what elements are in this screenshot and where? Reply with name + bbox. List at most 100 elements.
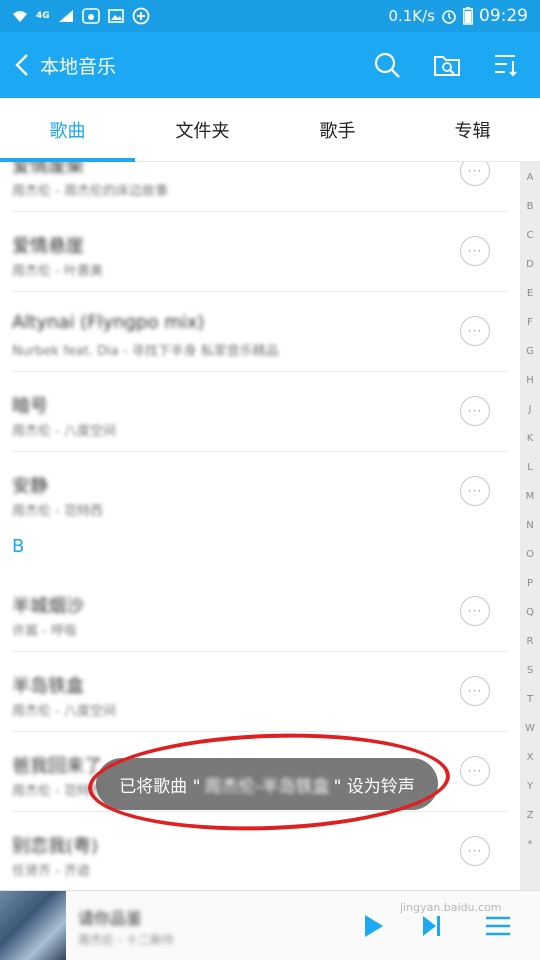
watermark-text: jingyan.baidu.com — [400, 901, 502, 914]
play-icon[interactable] — [362, 913, 386, 939]
more-icon: ··· — [467, 164, 483, 178]
add-circle-icon — [132, 7, 150, 25]
more-icon: ··· — [467, 324, 483, 338]
list-item[interactable]: 暗号 周杰伦 - 八度空间 ··· — [0, 372, 520, 452]
index-letter[interactable]: A — [520, 172, 540, 183]
index-letter[interactable]: X — [520, 752, 540, 763]
song-title: 安静 — [12, 476, 48, 497]
clock: 09:29 — [479, 6, 528, 26]
list-item[interactable]: 半岛铁盒 周杰伦 - 八度空间 ··· — [0, 652, 520, 732]
search-button[interactable] — [372, 50, 402, 80]
index-letter[interactable]: W — [520, 723, 540, 734]
index-letter[interactable]: P — [520, 578, 540, 589]
title-bar: 本地音乐 — [0, 32, 540, 98]
tab-bar: 歌曲 文件夹 歌手 专辑 — [0, 98, 540, 162]
album-cover[interactable] — [0, 891, 66, 960]
alarm-icon — [442, 10, 456, 24]
more-icon: ··· — [467, 484, 483, 498]
more-icon: ··· — [467, 684, 483, 698]
list-item[interactable]: 爱情废柴 周杰伦 - 周杰伦的床边故事 ··· — [0, 162, 520, 212]
index-letter[interactable]: M — [520, 491, 540, 502]
more-options-button[interactable]: ··· — [460, 596, 490, 626]
status-bar: 4G 0.1K/s 09:29 — [0, 0, 540, 32]
sort-button[interactable] — [492, 50, 522, 80]
song-title: 爱情废柴 — [12, 162, 84, 177]
network-speed: 0.1K/s — [388, 7, 435, 25]
index-letter[interactable]: H — [520, 375, 540, 386]
song-subtitle: 任贤齐 - 齐迹 — [12, 864, 90, 879]
index-letter[interactable]: Y — [520, 781, 540, 792]
more-options-button[interactable]: ··· — [460, 316, 490, 346]
more-options-button[interactable]: ··· — [460, 162, 490, 186]
sort-icon — [495, 55, 517, 77]
index-letter[interactable]: B — [520, 201, 540, 212]
list-item[interactable]: Altynai (Flyngpo mix) Nurbek feat. Dia -… — [0, 292, 520, 372]
song-title: 半岛铁盒 — [12, 676, 84, 697]
song-subtitle: Nurbek feat. Dia - 寻找下半身 私家音乐精品 — [12, 344, 279, 359]
index-letter[interactable]: K — [520, 433, 540, 444]
folder-search-icon — [434, 56, 460, 76]
network-type: 4G — [36, 10, 50, 21]
song-title: Altynai (Flyngpo mix) — [12, 312, 205, 333]
mini-player[interactable]: 请你品鉴 周杰伦 - 十二新作 jingyan.baidu.com — [0, 890, 540, 960]
alphabet-index-bar[interactable]: A B C D E F G H J K L M N O P Q R S T W X Y Z * — [520, 162, 540, 890]
song-title: 爱情悬崖 — [12, 236, 84, 257]
index-letter[interactable]: G — [520, 346, 540, 357]
index-letter[interactable]: J — [520, 404, 540, 415]
page-title: 本地音乐 — [40, 55, 117, 78]
cloud-sync-icon — [81, 8, 100, 24]
index-letter[interactable]: R — [520, 636, 540, 647]
index-letter[interactable]: Q — [520, 607, 540, 618]
next-track-icon[interactable] — [420, 913, 444, 939]
song-subtitle: 周杰伦 - 八度空间 — [12, 424, 116, 439]
tab-albums[interactable]: 专辑 — [405, 98, 540, 161]
player-song-subtitle: 周杰伦 - 十二新作 — [78, 933, 174, 947]
index-letter[interactable]: Z — [520, 810, 540, 821]
song-subtitle: 许嵩 - 呼吸 — [12, 624, 77, 639]
more-icon: ··· — [467, 404, 483, 418]
more-icon: ··· — [467, 604, 483, 618]
wifi-icon — [13, 11, 27, 22]
list-item[interactable]: 半城烟沙 许嵩 - 呼吸 ··· — [0, 572, 520, 652]
signal-icon — [58, 10, 73, 22]
player-song-title: 请你品鉴 — [78, 909, 143, 928]
song-title: 别恋我(粤) — [12, 836, 99, 857]
index-letter[interactable]: * — [520, 839, 540, 850]
index-letter[interactable]: T — [520, 694, 540, 705]
more-icon: ··· — [467, 844, 483, 858]
list-item[interactable]: 安静 周杰伦 - 范特西 ··· — [0, 452, 520, 532]
index-letter[interactable]: C — [520, 230, 540, 241]
scan-folder-button[interactable] — [432, 50, 462, 80]
back-button[interactable] — [6, 32, 38, 98]
playlist-icon[interactable] — [484, 913, 512, 939]
more-options-button[interactable]: ··· — [460, 236, 490, 266]
song-subtitle: 周杰伦 - 周杰伦的床边故事 — [12, 184, 168, 199]
battery-icon — [463, 7, 473, 25]
more-options-button[interactable]: ··· — [460, 836, 490, 866]
song-subtitle: 周杰伦 - 范特西 — [12, 504, 103, 519]
index-letter[interactable]: L — [520, 462, 540, 473]
more-icon: ··· — [467, 244, 483, 258]
song-subtitle: 周杰伦 - 叶惠美 — [12, 264, 103, 279]
more-options-button[interactable]: ··· — [460, 396, 490, 426]
song-subtitle: 周杰伦 - 八度空间 — [12, 704, 116, 719]
more-options-button[interactable]: ··· — [460, 676, 490, 706]
back-icon — [15, 54, 28, 76]
image-icon — [107, 9, 124, 23]
tab-folders[interactable]: 文件夹 — [135, 98, 270, 161]
index-letter[interactable]: D — [520, 259, 540, 270]
index-letter[interactable]: E — [520, 288, 540, 299]
index-letter[interactable]: F — [520, 317, 540, 328]
search-icon — [374, 52, 400, 78]
tab-songs[interactable]: 歌曲 — [0, 98, 135, 161]
more-icon: ··· — [467, 764, 483, 778]
index-letter[interactable]: S — [520, 665, 540, 676]
more-options-button[interactable]: ··· — [460, 476, 490, 506]
section-header: B — [12, 536, 25, 557]
song-title: 爸我回来了 — [12, 756, 102, 777]
more-options-button[interactable]: ··· — [460, 756, 490, 786]
index-letter[interactable]: O — [520, 549, 540, 560]
list-item[interactable]: 爱情悬崖 周杰伦 - 叶惠美 ··· — [0, 212, 520, 292]
tab-artists[interactable]: 歌手 — [270, 98, 405, 161]
index-letter[interactable]: N — [520, 520, 540, 531]
